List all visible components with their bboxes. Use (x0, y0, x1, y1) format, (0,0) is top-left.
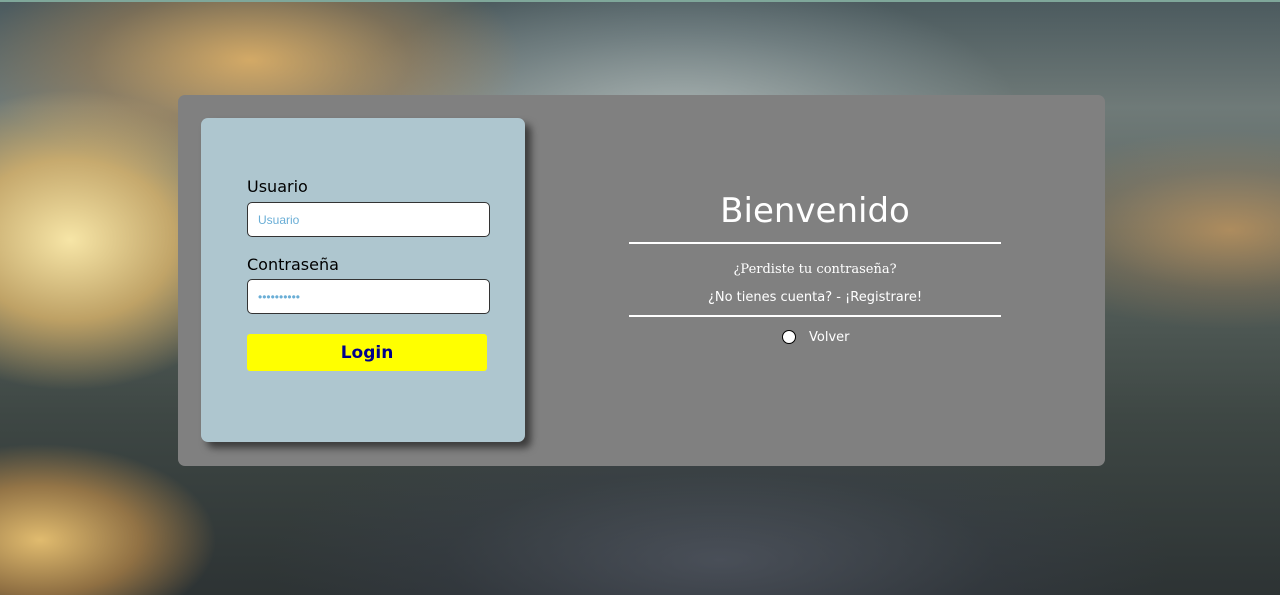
username-input[interactable] (247, 202, 490, 237)
password-input[interactable] (247, 279, 490, 314)
register-link[interactable]: ¿No tienes cuenta? - ¡Registrare! (629, 290, 1001, 305)
back-label: Volver (809, 329, 850, 345)
password-label: Contraseña (247, 255, 339, 274)
welcome-title: Bienvenido (720, 191, 910, 231)
top-strip (0, 0, 1280, 2)
back-option[interactable]: Volver (782, 328, 850, 346)
divider-bottom (629, 315, 1001, 317)
username-label: Usuario (247, 177, 308, 196)
radio-icon[interactable] (782, 330, 796, 344)
forgot-password-link[interactable]: ¿Perdiste tu contraseña? (629, 262, 1001, 277)
divider-top (629, 242, 1001, 244)
login-button[interactable]: Login (247, 334, 487, 371)
